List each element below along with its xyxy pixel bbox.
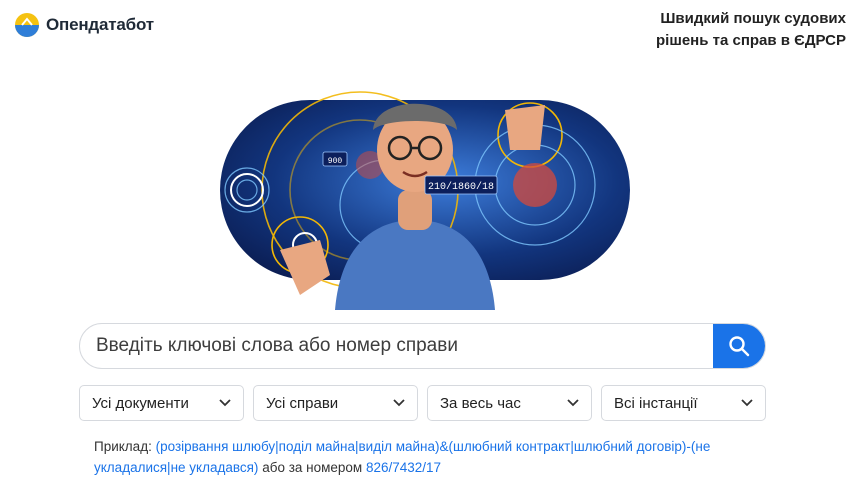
example-case-number-link[interactable]: 826/7432/17 (366, 460, 441, 475)
filter-label: Усі справи (266, 394, 339, 412)
opendatabot-logo-icon (15, 13, 39, 37)
tagline-line-1: Швидкий пошук судових (660, 10, 846, 27)
chevron-down-icon (741, 399, 753, 407)
filter-label: Усі документи (92, 394, 189, 412)
tagline-line-2: рішень та справ в ЄДРСР (656, 32, 846, 49)
filter-bar: Усі документи Усі справи За весь час Всі… (79, 385, 766, 421)
brand-name: Опендатабот (46, 15, 154, 34)
example-middle-text: або за номером (262, 460, 363, 475)
chevron-down-icon (567, 399, 579, 407)
search-example: Приклад: (розірвання шлюбу|поділ майна|в… (94, 436, 774, 478)
search-button[interactable] (713, 324, 765, 368)
hero-illustration: 210/1860/18 900 (220, 91, 630, 310)
search-icon (729, 336, 750, 357)
filter-time-period[interactable]: За весь час (427, 385, 592, 421)
chevron-down-icon (219, 399, 231, 407)
filter-label: За весь час (440, 394, 521, 412)
hero-small-label: 900 (328, 157, 343, 166)
filter-label: Всі інстанції (614, 394, 698, 412)
page-tagline: Швидкий пошук судових рішень та справ в … (656, 8, 846, 52)
filter-document-type[interactable]: Усі документи (79, 385, 244, 421)
filter-instance[interactable]: Всі інстанції (601, 385, 766, 421)
search-bar (79, 323, 766, 369)
search-input[interactable] (80, 324, 713, 368)
example-prefix: Приклад: (94, 439, 152, 454)
chevron-down-icon (393, 399, 405, 407)
hero-case-label: 210/1860/18 (428, 181, 494, 193)
brand-logo[interactable]: Опендатабот (14, 12, 154, 38)
filter-case-type[interactable]: Усі справи (253, 385, 418, 421)
